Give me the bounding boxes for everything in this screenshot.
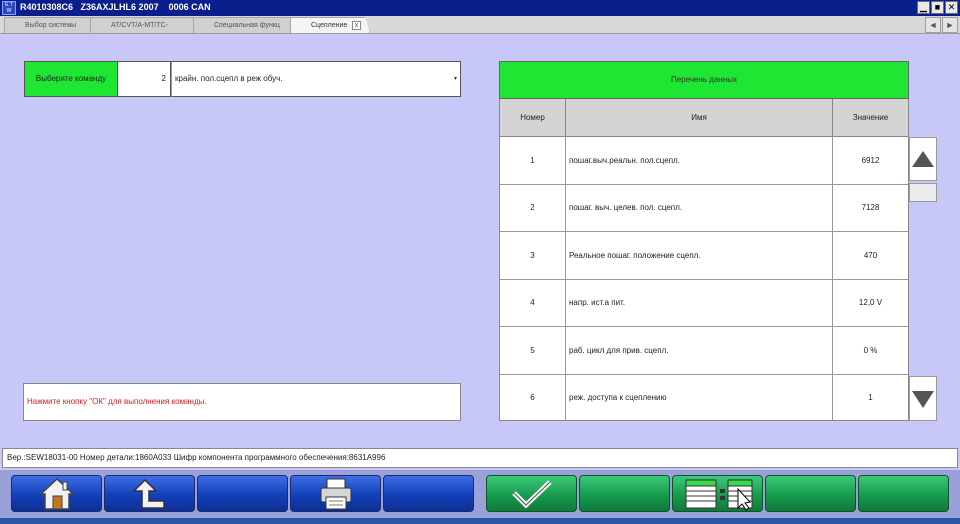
column-header-name: Имя	[566, 99, 833, 136]
command-number: 2	[118, 61, 171, 97]
toolbar-button-9[interactable]	[765, 475, 856, 512]
data-list-select-icon	[685, 479, 752, 511]
table-row[interactable]: 1 пошаг.выч.реальн. пол.сцепл. 6912	[500, 137, 908, 185]
tab-close-icon[interactable]: x	[352, 21, 361, 30]
row-number: 6	[500, 374, 566, 420]
home-icon	[38, 477, 75, 510]
triangle-down-icon	[912, 391, 934, 408]
row-number: 2	[500, 184, 566, 231]
data-list-header: Номер Имя Значение	[499, 99, 909, 137]
row-value: 7128	[861, 203, 880, 213]
minimize-icon: ▁	[920, 2, 927, 12]
row-number: 3	[500, 232, 566, 279]
command-label: Выберите команду	[24, 61, 118, 97]
toolbar-button-7[interactable]	[579, 475, 670, 512]
tab-system-select[interactable]: Выбор системы	[4, 17, 98, 33]
column-header-value: Значение	[852, 113, 889, 122]
toolbar-button-10[interactable]	[858, 475, 949, 512]
print-button[interactable]	[290, 475, 381, 512]
minimize-button[interactable]: ▁	[917, 1, 930, 14]
row-value: 0 %	[863, 345, 878, 355]
table-row[interactable]: 5 раб. цикл для прив. сцепл. 0 %	[500, 327, 908, 375]
data-list-rows: 1 пошаг.выч.реальн. пол.сцепл. 6912 2 по…	[499, 137, 909, 421]
checkmark-icon	[511, 479, 552, 508]
tab-label: Специальная функц	[214, 22, 280, 29]
row-name: реж. доступа к сцеплению	[566, 374, 833, 420]
close-button[interactable]: ✕	[945, 1, 958, 14]
dropdown-arrow-icon: ▾	[453, 76, 457, 82]
row-value: 12,0 V	[858, 298, 883, 308]
arrow-left-icon: ◄	[928, 20, 938, 30]
table-row[interactable]: 6 реж. доступа к сцеплению 1	[500, 374, 908, 420]
row-number: 5	[500, 327, 566, 374]
row-value: 1	[868, 393, 873, 403]
table-row[interactable]: 2 пошаг. выч. целев. пол. сцепл. 7128	[500, 184, 908, 232]
tab-clutch[interactable]: Сцепление x	[290, 17, 370, 33]
window-title: R4010308C6 Z36AXJLHL6 2007 0006 CAN	[20, 2, 211, 12]
status-bar: Вер.:SEW18031-00 Номер детали:1860A033 Ш…	[2, 448, 958, 468]
maximize-button[interactable]: ■	[931, 1, 944, 14]
tab-label: Выбор системы	[25, 22, 77, 29]
home-button[interactable]	[11, 475, 102, 512]
toolbar-button-3[interactable]	[197, 475, 288, 512]
tab-scroll-left-button[interactable]: ◄	[925, 17, 941, 33]
maximize-icon: ■	[934, 2, 941, 12]
taskbar-strip	[0, 518, 960, 524]
row-name: раб. цикл для прив. сцепл.	[566, 327, 833, 374]
command-dropdown[interactable]: крайн. пол.сцепл в реж обуч. ▾	[171, 61, 461, 97]
command-selected-value: крайн. пол.сцепл в реж обуч.	[175, 74, 283, 83]
tab-special-function[interactable]: Специальная функц	[193, 17, 303, 33]
app-logo: E T W	[2, 1, 16, 15]
tab-label: AT/CVT/A-MT/TC-SST	[111, 22, 169, 45]
arrow-right-icon: ►	[945, 20, 955, 30]
triangle-up-icon	[912, 151, 934, 167]
scroll-up-button[interactable]	[909, 137, 937, 181]
table-row[interactable]: 3 Реальное пошаг. положение сцепл. 470	[500, 232, 908, 280]
row-name: пошаг.выч.реальн. пол.сцепл.	[566, 137, 833, 184]
table-row[interactable]: 4 напр. ист.а пит. 12,0 V	[500, 279, 908, 327]
row-number: 4	[500, 279, 566, 326]
instruction-message: Нажмите кнопку "ОК" для выполнения коман…	[23, 383, 461, 421]
back-arrow-icon	[131, 478, 165, 509]
column-header-number: Номер	[500, 99, 566, 136]
row-name: напр. ист.а пит.	[566, 279, 833, 326]
back-button[interactable]	[104, 475, 195, 512]
tab-bar: Выбор системы AT/CVT/A-MT/TC-SST Специал…	[0, 16, 960, 34]
tab-label: Сцепление	[311, 22, 348, 29]
tab-scroll-right-button[interactable]: ►	[942, 17, 958, 33]
toolbar-button-5[interactable]	[383, 475, 474, 512]
select-data-button[interactable]	[672, 475, 763, 512]
data-list-title: Перечень данных	[499, 61, 909, 99]
tab-transmission[interactable]: AT/CVT/A-MT/TC-SST	[90, 17, 200, 33]
row-value: 6912	[861, 155, 880, 165]
ok-button[interactable]	[486, 475, 577, 512]
scrollbar-thumb[interactable]	[909, 183, 937, 202]
title-bar: E T W R4010308C6 Z36AXJLHL6 2007 0006 CA…	[0, 0, 960, 16]
row-name: пошаг. выч. целев. пол. сцепл.	[566, 184, 833, 231]
scroll-down-button[interactable]	[909, 376, 937, 421]
row-number: 1	[500, 137, 566, 184]
row-name: Реальное пошаг. положение сцепл.	[566, 232, 833, 279]
row-value: 470	[863, 250, 878, 260]
printer-icon	[320, 478, 351, 509]
close-icon: ✕	[947, 2, 956, 12]
